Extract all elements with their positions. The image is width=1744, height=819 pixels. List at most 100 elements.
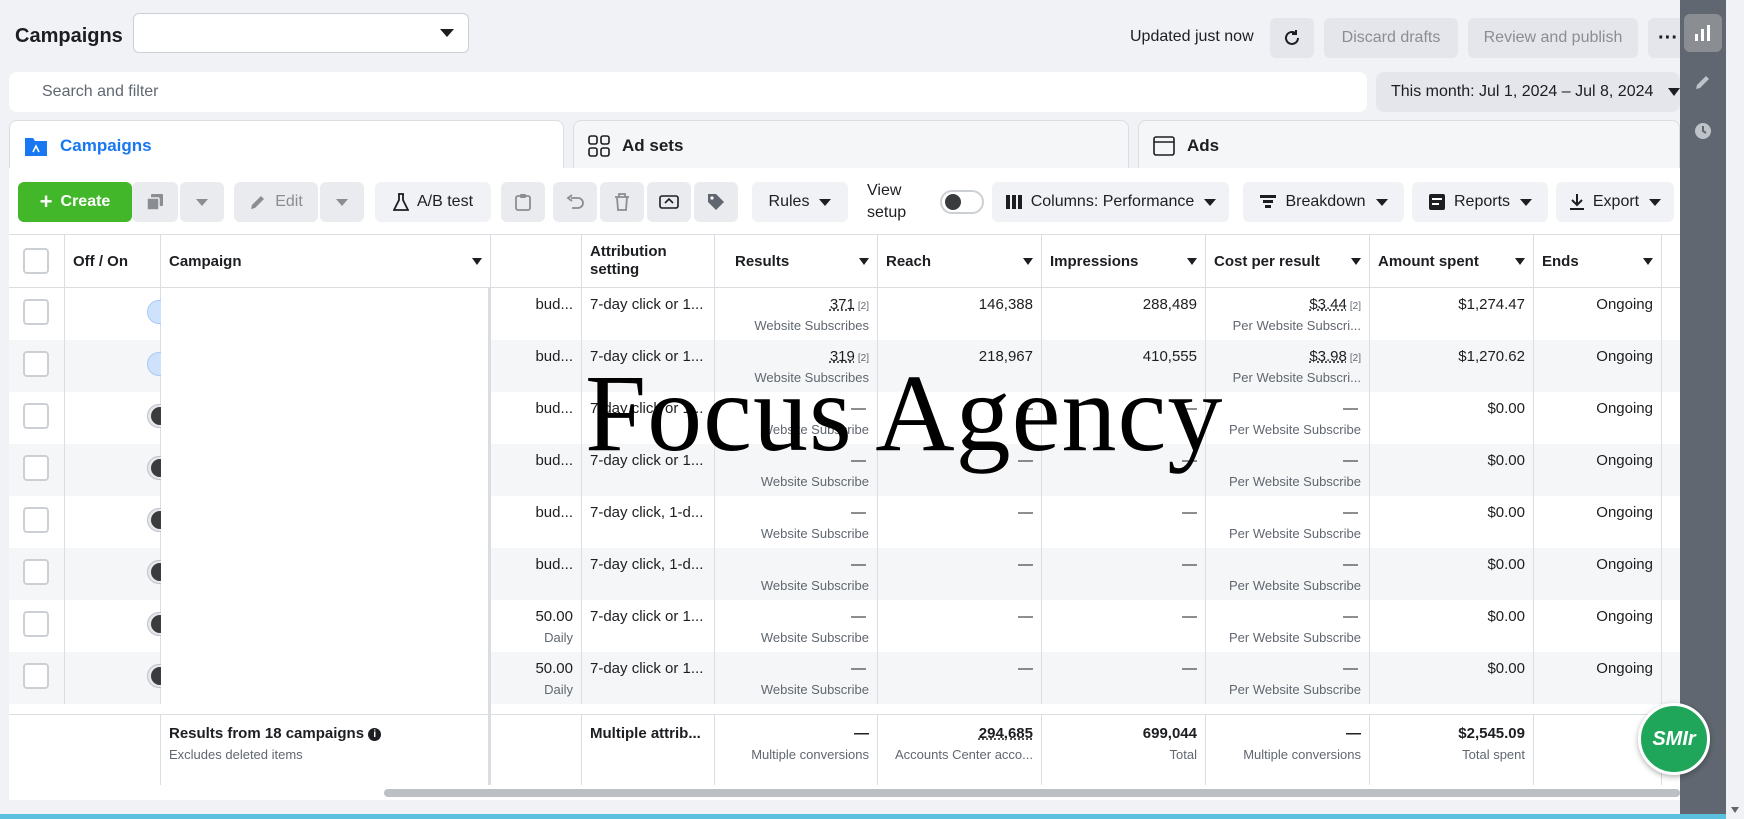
summary-spent: $2,545.09 Total spent — [1370, 715, 1534, 785]
smir-badge[interactable]: SMIr — [1638, 703, 1710, 775]
ends-cell: Ongoing — [1534, 652, 1662, 704]
ends-cell: Ongoing — [1534, 600, 1662, 652]
tab-campaigns[interactable]: Campaigns — [9, 120, 564, 170]
tab-label: Ad sets — [622, 135, 684, 155]
reports-button[interactable]: Reports — [1412, 182, 1548, 222]
header-results[interactable]: Results — [715, 235, 878, 287]
columns-button[interactable]: Columns: Performance — [992, 182, 1229, 222]
updated-status: Updated just now — [1130, 28, 1254, 45]
delete-button[interactable] — [600, 182, 644, 222]
tab-ad-sets[interactable]: Ad sets — [573, 120, 1129, 170]
header-cost-per-result[interactable]: Cost per result — [1206, 235, 1370, 287]
header-impressions[interactable]: Impressions — [1042, 235, 1206, 287]
edit-button[interactable]: Edit — [234, 182, 318, 222]
summary-results: — Multiple conversions — [715, 715, 878, 785]
spent-cell: $0.00 — [1370, 600, 1534, 652]
tab-ads[interactable]: Ads — [1138, 120, 1680, 170]
row-select-cell — [9, 392, 65, 444]
horizontal-scrollbar[interactable] — [384, 789, 1680, 797]
chevron-down-icon — [1023, 258, 1033, 265]
header-ends[interactable]: Ends — [1534, 235, 1662, 287]
budget-cell: bud... — [491, 340, 582, 392]
header-attribution[interactable]: Attribution setting — [582, 235, 715, 287]
results-cell: — Website Subscribe — [715, 652, 878, 704]
row-checkbox[interactable] — [23, 611, 49, 637]
cpr-cell: — Per Website Subscribe — [1206, 444, 1370, 496]
reach-cell: — — [878, 548, 1042, 600]
ab-test-button[interactable]: A/B test — [375, 182, 491, 222]
ends-cell: Ongoing — [1534, 392, 1662, 444]
create-button[interactable]: + Create — [18, 182, 132, 222]
header-amount-spent[interactable]: Amount spent — [1370, 235, 1534, 287]
row-checkbox[interactable] — [23, 455, 49, 481]
summary-reach: 294,685 Accounts Center acco... — [878, 715, 1042, 785]
trash-icon — [615, 193, 629, 211]
breakdown-button[interactable]: Breakdown — [1243, 182, 1404, 222]
results-cell: — Website Subscribe — [715, 600, 878, 652]
table-header: Off / On Campaign Attribution setting Re… — [9, 235, 1680, 288]
chevron-down-icon — [1643, 258, 1653, 265]
export-share-button[interactable] — [647, 182, 691, 222]
row-toggle-cell — [65, 444, 189, 496]
row-select-cell — [9, 652, 65, 704]
clipboard-button[interactable] — [501, 182, 545, 222]
scroll-down-icon[interactable] — [1731, 807, 1739, 813]
row-toggle-cell — [65, 288, 189, 340]
budget-cell: bud... — [491, 496, 582, 548]
budget-cell: 50.00 Daily — [491, 600, 582, 652]
export-button[interactable]: Export — [1556, 182, 1674, 222]
summary-row: Results from 18 campaigns i Excludes del… — [9, 714, 1680, 785]
duplicate-dropdown[interactable] — [180, 182, 224, 222]
undo-button[interactable] — [553, 182, 597, 222]
view-setup-label: View setup — [867, 182, 907, 221]
share-icon — [659, 195, 679, 209]
ends-cell: Ongoing — [1534, 548, 1662, 600]
row-select-cell — [9, 600, 65, 652]
row-checkbox[interactable] — [23, 299, 49, 325]
sidebar-charts-button[interactable] — [1684, 14, 1722, 52]
rules-button[interactable]: Rules — [752, 182, 848, 222]
cpr-cell: — Per Website Subscribe — [1206, 652, 1370, 704]
budget-cell: bud... — [491, 548, 582, 600]
chevron-down-icon — [1668, 88, 1680, 96]
tag-icon — [708, 194, 724, 210]
tag-button[interactable] — [694, 182, 738, 222]
spent-cell: $0.00 — [1370, 444, 1534, 496]
header-reach[interactable]: Reach — [878, 235, 1042, 287]
download-icon — [1569, 193, 1585, 211]
header-off-on[interactable]: Off / On — [65, 235, 161, 287]
header-campaign[interactable]: Campaign — [161, 235, 491, 287]
duplicate-button[interactable] — [132, 182, 178, 222]
date-range-picker[interactable]: This month: Jul 1, 2024 – Jul 8, 2024 — [1376, 72, 1680, 112]
campaigns-panel: + Create Edit A/B test Rules View setup C… — [9, 168, 1680, 800]
row-checkbox[interactable] — [23, 351, 49, 377]
view-setup-toggle[interactable] — [940, 190, 984, 214]
search-input[interactable]: Search and filter — [9, 72, 1367, 112]
vertical-scrollbar[interactable] — [1726, 0, 1744, 819]
bar-chart-icon — [1695, 25, 1710, 41]
discard-drafts-button[interactable]: Discard drafts — [1324, 18, 1458, 58]
toolbar: + Create Edit A/B test Rules View setup C… — [9, 168, 1680, 234]
reach-cell: — — [878, 496, 1042, 548]
row-checkbox[interactable] — [23, 559, 49, 585]
row-checkbox[interactable] — [23, 403, 49, 429]
edit-dropdown[interactable] — [320, 182, 364, 222]
summary-sub: Excludes deleted items — [169, 747, 303, 762]
account-select[interactable] — [133, 13, 469, 53]
impressions-cell: — — [1042, 496, 1206, 548]
info-icon[interactable]: i — [368, 727, 382, 741]
row-select-cell — [9, 340, 65, 392]
attribution-cell: 7-day click or 1... — [582, 652, 715, 704]
sidebar-edit-button[interactable] — [1684, 63, 1722, 101]
summary-budget — [491, 715, 582, 785]
row-checkbox[interactable] — [23, 663, 49, 689]
attribution-cell: 7-day click, 1-d... — [582, 496, 715, 548]
row-checkbox[interactable] — [23, 507, 49, 533]
select-all-checkbox[interactable] — [23, 248, 49, 274]
refresh-button[interactable] — [1270, 18, 1314, 58]
sidebar-history-button[interactable] — [1684, 112, 1722, 150]
chevron-down-icon — [440, 29, 454, 37]
chevron-down-icon — [1204, 198, 1217, 206]
header-budget[interactable] — [491, 235, 582, 287]
review-publish-button[interactable]: Review and publish — [1468, 18, 1638, 58]
